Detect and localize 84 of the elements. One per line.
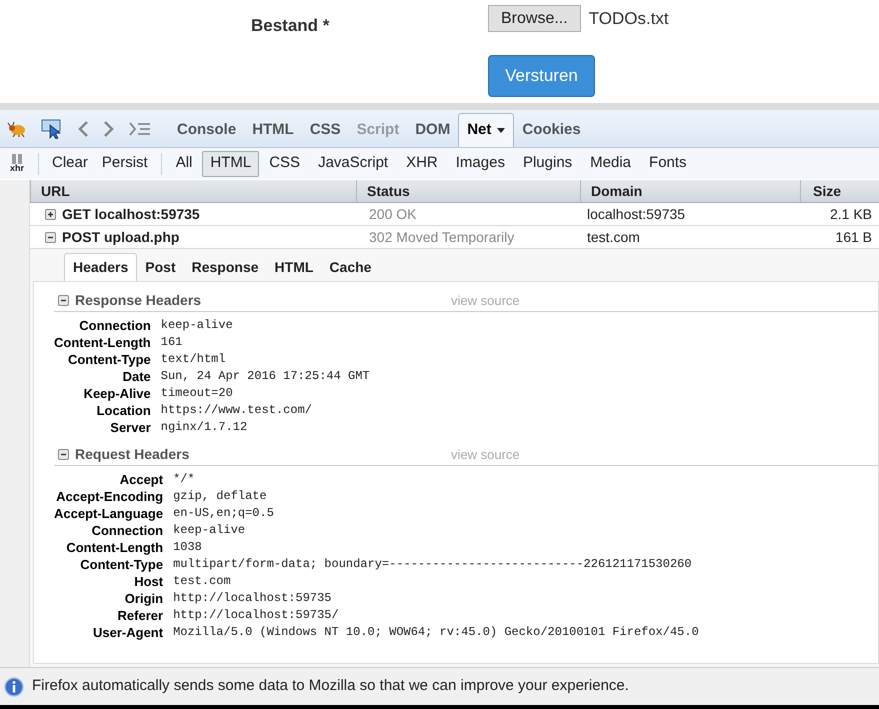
detail-tab[interactable]: Headers [64,253,138,281]
filter-button[interactable]: Media [582,150,640,176]
header-name: Connection [78,317,151,334]
detail-tab[interactable]: HTML [266,253,322,281]
filter-button[interactable]: All [168,150,200,176]
size-cell-text: 161 B [834,228,873,246]
header-value: Mozilla/5.0 (Windows NT 10.0; WOW64; rv:45.0) Gecko/20100101 Firefox/45.0 [173,624,700,641]
header-name: Server [109,419,151,436]
browse-button[interactable]: Browse... [488,5,581,32]
domain-cell-text: localhost:59735 [586,204,686,224]
header-name: Content-Type [66,351,151,368]
domain-cell-text: test.com [586,228,641,246]
bug-icon[interactable] [7,121,27,137]
header-value: keep-alive [160,317,234,334]
file-name: TODOs.txt [588,8,669,30]
header-name: Origin [124,590,164,607]
filter-button[interactable]: Fonts [641,150,695,176]
header-value: nginx/1.7.12 [160,419,248,436]
header-value: 1038 [173,539,203,556]
header-name: Content-Type [79,556,164,573]
collapse-icon[interactable] [58,449,69,460]
header-value: keep-alive [173,522,246,539]
panel-tab[interactable]: Console [169,113,244,147]
header-value: en-US,en;q=0.5 [173,505,275,522]
header-value: Sun, 24 Apr 2016 17:25:44 GMT [160,368,371,385]
header-value: test.com [173,573,232,590]
header-value: multipart/form-data; boundary=---------------------------226121171530260 [173,556,693,573]
header-name: Accept-Encoding [55,488,164,505]
header-name: User-Agent [92,624,164,641]
info-icon [4,676,24,696]
header-value: https://www.test.com/ [160,402,313,419]
header-name: Referer [116,607,164,624]
filter-button[interactable]: CSS [261,150,308,176]
section-title[interactable]: Response Headers [75,290,445,311]
toolbar-button[interactable]: Persist [94,150,155,176]
panel-tab[interactable]: CSS [302,113,349,147]
filter-button[interactable]: Images [448,150,513,176]
header-name: Accept-Language [54,505,164,522]
header-value: http://localhost:59735 [173,590,333,607]
header-name: Keep-Alive [82,385,151,402]
collapse-icon[interactable] [45,232,56,242]
column-header[interactable]: URL [30,180,356,202]
toolbar-button[interactable]: Clear [45,150,95,176]
header-value: http://localhost:59735/ [173,607,340,624]
detail-tab[interactable]: Cache [321,253,380,281]
size-cell-text: 2.1 KB [828,204,873,224]
forward-icon[interactable] [103,120,115,138]
field-label: Bestand * [251,15,330,37]
back-icon[interactable] [77,120,89,138]
panel-tab[interactable]: DOM [407,113,458,147]
header-value: gzip, deflate [173,488,268,505]
request-url[interactable]: POST upload.php [62,226,180,248]
header-name: Date [122,368,151,385]
filter-button[interactable]: HTML [202,150,260,176]
column-header[interactable]: Size [800,180,875,202]
panel-tab[interactable]: Cookies [514,113,589,147]
status-cell-text: 200 OK [368,204,418,224]
header-value: */* [173,471,196,488]
header-value: text/html [160,351,227,368]
collapse-icon[interactable] [58,295,69,306]
panel-tab[interactable]: Net [458,113,514,147]
header-name: Location [96,402,151,419]
filter-button[interactable]: Plugins [514,150,580,176]
status-cell-text: 302 Moved Temporarily [368,228,516,247]
filter-button[interactable]: JavaScript [310,150,396,176]
detail-tab[interactable]: Response [184,253,267,281]
header-value: timeout=20 [160,385,234,402]
notification-message: Firefox automatically sends some data to Mozilla so that we can improve your experience. [32,676,629,696]
header-name: Accept [118,471,164,488]
column-header[interactable]: Status [356,180,580,202]
panel-tab[interactable]: HTML [244,113,302,147]
header-name: Host [133,573,164,590]
header-name: Connection [90,522,164,539]
section-title[interactable]: Request Headers [75,444,445,465]
command-line-icon[interactable] [129,122,151,136]
detail-tab[interactable]: Post [137,253,184,281]
header-name: Content-Length [65,539,164,556]
filter-button[interactable]: XHR [398,150,446,176]
inspect-cursor-icon[interactable] [41,119,63,139]
request-url[interactable]: GET localhost:59735 [62,204,200,224]
column-header[interactable]: Domain [580,180,800,202]
header-name: Content-Length [54,334,151,351]
expand-icon[interactable] [45,208,56,220]
header-value: 161 [160,334,184,351]
